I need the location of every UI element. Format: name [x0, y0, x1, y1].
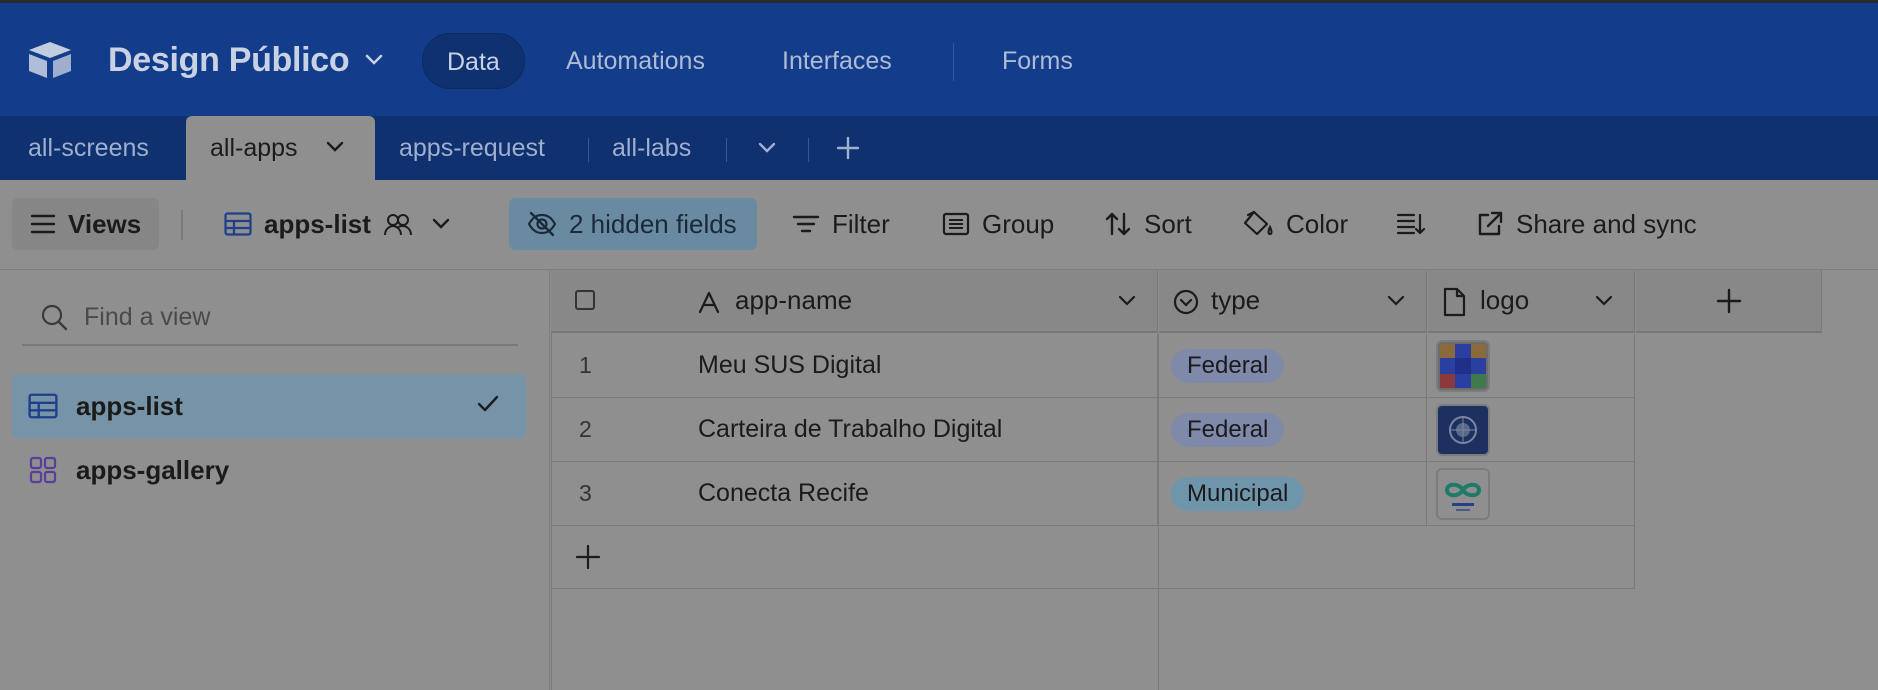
group-icon — [942, 212, 970, 236]
sidebar-view-label: apps-gallery — [76, 454, 230, 485]
find-view-input[interactable]: Find a view — [22, 290, 518, 346]
row-number: 1 — [579, 352, 592, 378]
sidebar-view-apps-list[interactable]: apps-list — [12, 374, 526, 438]
logo-cell[interactable] — [1428, 462, 1635, 526]
data-grid: app-name type logo 1 Meu SUS Digital Fed… — [551, 270, 1878, 690]
paint-bucket-icon — [1243, 210, 1273, 236]
text-field-icon — [698, 291, 720, 314]
column-label: type — [1211, 285, 1261, 315]
eye-off-icon — [527, 211, 557, 237]
type-pill: Federal — [1171, 412, 1285, 447]
nav-interfaces[interactable]: Interfaces — [758, 33, 916, 89]
app-name-cell[interactable]: Meu SUS Digital — [698, 351, 881, 380]
column-header-app-name[interactable]: app-name — [551, 270, 1158, 333]
views-button[interactable]: Views — [12, 198, 160, 250]
type-cell[interactable]: Municipal — [1159, 462, 1427, 526]
column-header-type[interactable]: type — [1159, 270, 1427, 333]
column-label: app-name — [735, 285, 853, 315]
add-row-plus-icon[interactable] — [575, 544, 601, 570]
app-name-cell[interactable]: Carteira de Trabalho Digital — [698, 415, 1002, 444]
tab-divider — [808, 138, 809, 162]
meu-sus-logo-thumbnail[interactable] — [1436, 339, 1490, 392]
carteira-trabalho-logo-thumbnail[interactable] — [1436, 403, 1490, 456]
check-icon — [477, 395, 499, 412]
hidden-fields-button[interactable]: 2 hidden fields — [509, 198, 757, 250]
more-tables-chevron-icon[interactable] — [758, 141, 776, 155]
chevron-down-icon[interactable] — [1117, 294, 1137, 308]
single-select-icon — [1173, 289, 1199, 315]
row-number: 3 — [579, 480, 592, 506]
toolbar-divider — [181, 210, 183, 240]
row-height-button[interactable] — [1396, 198, 1426, 250]
chevron-down-icon[interactable] — [326, 140, 344, 154]
add-table-plus-icon[interactable] — [836, 136, 860, 160]
view-toolbar: Views apps-list 2 hidden fields Filter G… — [0, 180, 1878, 270]
chevron-down-icon[interactable] — [364, 53, 384, 67]
sidebar-view-label: apps-list — [76, 390, 183, 421]
type-cell[interactable]: Federal — [1159, 334, 1427, 398]
row-height-icon — [1396, 213, 1426, 235]
tab-divider — [726, 138, 727, 162]
current-view-name: apps-list — [264, 209, 371, 239]
tab-divider — [588, 138, 589, 162]
gallery-view-icon — [29, 456, 57, 484]
column-header-logo[interactable]: logo — [1428, 270, 1635, 333]
views-label: Views — [68, 209, 142, 239]
grid-view-icon — [224, 212, 252, 236]
sort-icon — [1105, 212, 1131, 236]
chevron-down-icon[interactable] — [1386, 294, 1406, 308]
group-button[interactable]: Group — [942, 198, 1054, 250]
select-all-checkbox[interactable] — [575, 290, 595, 310]
plus-icon — [1716, 288, 1741, 313]
hidden-fields-label: 2 hidden fields — [569, 209, 737, 239]
sort-label: Sort — [1144, 209, 1192, 239]
base-name[interactable]: Design Público — [108, 41, 350, 80]
filter-label: Filter — [832, 209, 890, 239]
hamburger-menu-icon — [30, 214, 56, 234]
nav-automations[interactable]: Automations — [542, 33, 729, 89]
column-label: logo — [1480, 285, 1530, 315]
sidebar-view-apps-gallery[interactable]: apps-gallery — [12, 438, 526, 502]
find-view-placeholder: Find a view — [84, 302, 211, 331]
current-view-selector[interactable]: apps-list — [224, 198, 451, 250]
views-sidebar: Find a view apps-list apps-gallery — [0, 270, 550, 690]
tab-all-apps[interactable]: all-apps — [186, 116, 375, 180]
nav-divider — [953, 43, 954, 81]
type-cell[interactable]: Federal — [1159, 398, 1427, 462]
table-tab-bar: all-screens all-apps apps-request all-la… — [0, 116, 1878, 180]
filter-icon — [792, 215, 820, 233]
chevron-down-icon — [432, 218, 450, 229]
attachment-icon — [1443, 287, 1466, 317]
type-pill: Municipal — [1171, 476, 1305, 511]
add-field-button[interactable] — [1636, 270, 1822, 333]
color-button[interactable]: Color — [1242, 198, 1348, 250]
app-name-cell[interactable]: Conecta Recife — [698, 479, 869, 508]
group-label: Group — [982, 209, 1055, 239]
share-label: Share and sync — [1516, 209, 1697, 239]
sort-button[interactable]: Sort — [1104, 198, 1192, 250]
top-app-bar: Design Público Data Automations Interfac… — [0, 0, 1878, 116]
chevron-down-icon[interactable] — [1594, 294, 1614, 308]
external-share-icon — [1478, 211, 1503, 236]
tab-all-screens[interactable]: all-screens — [28, 116, 149, 180]
share-and-sync-button[interactable]: Share and sync — [1476, 198, 1697, 250]
tab-apps-request[interactable]: apps-request — [399, 116, 545, 180]
nav-forms[interactable]: Forms — [978, 33, 1097, 89]
conecta-recife-logo-thumbnail[interactable] — [1436, 467, 1490, 520]
tab-label: all-apps — [210, 134, 298, 162]
logo-cell[interactable] — [1428, 334, 1635, 398]
airtable-logo-icon[interactable] — [26, 40, 74, 80]
nav-data[interactable]: Data — [422, 33, 525, 89]
logo-cell[interactable] — [1428, 398, 1635, 462]
tab-all-labs[interactable]: all-labs — [612, 116, 691, 180]
collaborative-view-icon — [383, 214, 412, 236]
filter-button[interactable]: Filter — [792, 198, 890, 250]
color-label: Color — [1286, 209, 1349, 239]
grid-view-icon — [28, 393, 58, 419]
type-pill: Federal — [1171, 348, 1285, 383]
search-icon — [41, 304, 68, 331]
row-number: 2 — [579, 416, 592, 442]
